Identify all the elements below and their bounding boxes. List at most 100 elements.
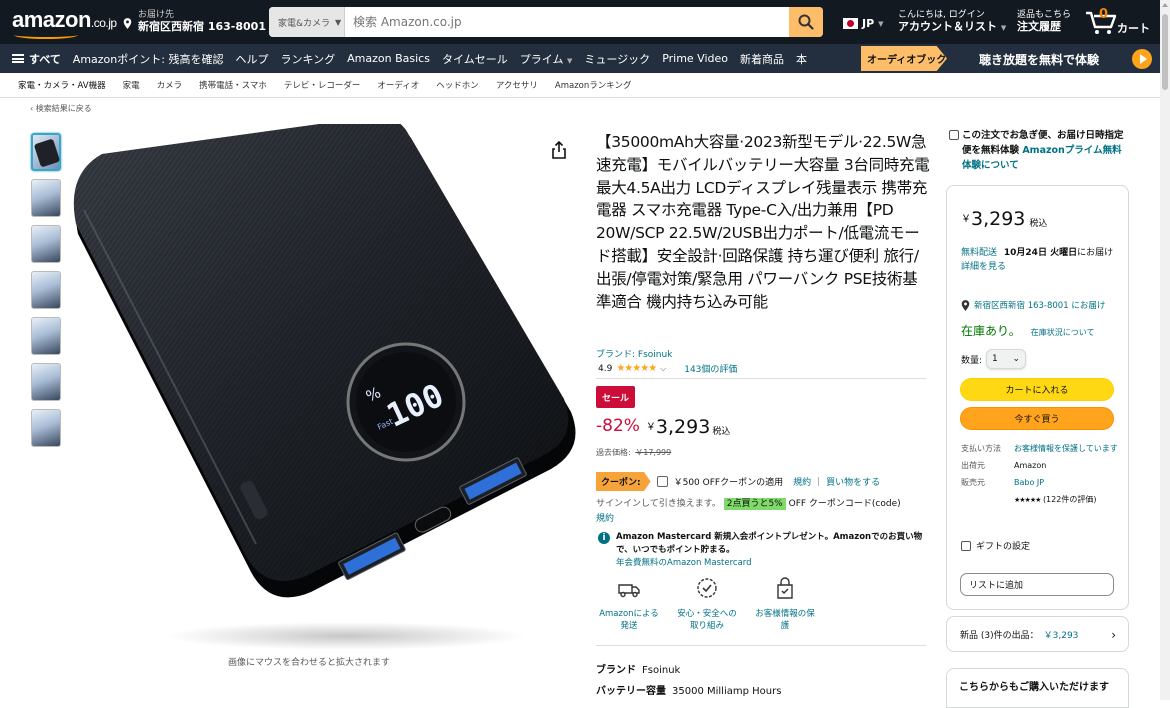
mastercard-promo: i Amazon Mastercard 新規入会ポイントプレゼント。Amazon… [598,531,928,570]
product-image[interactable]: % 100 Fast [66,124,586,654]
nav-item-help[interactable]: ヘルプ [235,51,268,67]
search-icon [798,14,814,30]
nav-item-ranking[interactable]: ランキング [280,51,335,67]
thumbnail[interactable] [31,133,61,171]
sale-badge: セール [596,386,635,408]
breadcrumb-back[interactable]: ‹ 検索結果に戻る [30,103,92,114]
new-offers-box[interactable]: 新品 (3)件の出品： ￥3,293 › [946,616,1129,652]
seller-info: 支払い方法 お客様情報を保護しています 出荷元 Amazon 販売元 Babo JP … [961,442,1118,504]
product-title: 【35000mAh大容量·2023新型モデル·22.5W急速充電】モバイルバッテ… [596,133,930,311]
gift-option[interactable]: ギフトの設定 [961,539,1030,552]
thumbnail[interactable] [31,225,61,263]
free-delivery-link[interactable]: 無料配送 [961,248,997,258]
feature-delivery[interactable]: Amazonによる発送 [596,576,662,632]
top-navbar: amazon.co.jp お届け先 新宿区西新宿 163-8001 家電&カメラ… [0,0,1160,44]
nav-item-prime[interactable]: プライム ▼ [520,51,573,67]
delivery-location[interactable]: 新宿区西新宿 163-8001 にお届け [961,299,1105,311]
search-input[interactable] [345,7,789,37]
buy-now-button[interactable]: 今すぐ買う [960,407,1114,430]
orders-link[interactable]: 返品もこちら 注文履歴 [1017,9,1071,33]
buybox-price: ￥ 3,293 税込 [961,208,1048,230]
nav-item-music[interactable]: ミュージック [584,51,650,67]
promotion: サインインして引き換えます。 2点買うと5% OFF クーポンコード(code)… [596,498,901,524]
subnav-item[interactable]: Amazonランキング [555,79,632,91]
zoom-hint: 画像にマウスを合わせると拡大されます [228,658,391,668]
coupon-shop-link[interactable]: 買い物をする [826,475,880,488]
coupon-row: クーポン: ￥500 OFFクーポンの適用 規約 | 買い物をする [596,472,880,491]
brand-link[interactable]: ブランド: Fsoinuk [596,347,672,360]
thumbnail[interactable] [31,317,61,355]
feature-safety[interactable]: 安心・安全への取り組み [674,576,740,632]
feature-security[interactable]: お客様情報の保護 [752,576,818,632]
promo-terms-link[interactable]: 規約 [596,514,614,524]
cart-button[interactable]: 0 カート [1085,7,1155,38]
subnav-item[interactable]: テレビ・レコーダー [284,79,361,91]
deliver-to[interactable]: お届け先 新宿区西新宿 163-8001 [123,9,266,33]
hamburger-icon [12,54,24,63]
subnav-item[interactable]: カメラ [157,79,183,91]
location-pin-icon [123,18,132,29]
divider [596,645,926,646]
seller-star-icon: ★★★★★ [1014,496,1041,504]
coupon-badge: クーポン: [596,472,651,491]
delivery-details-link[interactable]: 詳細を見る [961,262,1006,272]
subnav-item[interactable]: アクセサリ [496,79,538,91]
amazon-logo[interactable]: amazon.co.jp [12,7,117,39]
prime-trial-checkbox[interactable] [949,130,959,140]
thumbnail[interactable] [31,363,61,401]
nav-item-new[interactable]: 新着商品 [740,51,784,67]
payment-security-link[interactable]: お客様情報を保護しています [1014,442,1118,455]
chevron-down-icon: ⌄ [1012,354,1021,364]
subnav-item[interactable]: 携帯電話・スマホ [199,79,267,91]
nav-item-prime-video[interactable]: Prime Video [662,52,728,65]
subnav-item[interactable]: 家電・カメラ・AV機器 [18,79,106,91]
subnav-item[interactable]: 家電 [123,79,140,91]
spec-row: バッテリー容量 35000 Milliamp Hours [596,686,782,697]
rating-summary: 4.9 ★★★★★ ⌵ 143個の評価 [598,362,738,375]
price-block: -82% ￥ 3,293 税込 [596,416,731,438]
add-to-list-button[interactable]: リストに追加 [960,573,1114,596]
thumbnail[interactable] [31,409,61,447]
chevron-down-icon[interactable]: ⌵ [660,364,666,374]
subnav-item[interactable]: オーディオ [377,79,419,91]
stock-info-link[interactable]: 在庫状況について [1031,328,1095,337]
thumbnail-list [31,133,61,455]
coupon-checkbox[interactable] [656,476,668,487]
search-button[interactable] [789,7,823,37]
mastercard-link[interactable]: 年会費無料のAmazon Mastercard [616,557,928,570]
language-selector[interactable]: JP ▼ [843,17,884,30]
star-rating-icon[interactable]: ★★★★★ [616,363,657,374]
account-menu[interactable]: こんにちは, ログイン アカウント＆リスト ▼ [898,9,1006,34]
quantity-select[interactable]: 1 ⌄ [986,349,1027,369]
thumbnail[interactable] [31,271,61,309]
scrollbar-thumb[interactable] [1162,14,1168,90]
rating-count-link[interactable]: 143個の評価 [684,362,737,375]
share-icon[interactable] [551,141,567,159]
sub-nav: 家電・カメラ・AV機器 家電 カメラ 携帯電話・スマホ テレビ・レコーダー オー… [0,73,1160,98]
scroll-up-icon[interactable] [1162,3,1168,7]
thumbnail[interactable] [31,179,61,217]
secure-transaction-icon [777,577,793,599]
coupon-terms-link[interactable]: 規約 [793,475,811,488]
page-scrollbar[interactable] [1160,0,1170,700]
chevron-right-icon: › [1111,628,1116,642]
audiobook-promo[interactable]: オーディオブック 聴き放題を無料で体験 [861,44,1160,73]
nav-item-points[interactable]: Amazonポイント: 残高を確認 [73,51,224,67]
nav-item-books[interactable]: 本 [796,51,807,67]
spec-row: ブランド Fsoinuk [596,665,681,676]
nav-item-basics[interactable]: Amazon Basics [347,52,430,65]
add-to-cart-button[interactable]: カートに入れる [960,378,1114,401]
buy-box: ￥ 3,293 税込 無料配送 10月24日 火曜日にお届け 詳細を見る 新宿区西新… [946,185,1129,610]
search-bar: 家電&カメラ ▼ [269,7,823,37]
seller-link[interactable]: Babo JP [1014,476,1044,489]
all-menu-button[interactable]: すべて [12,51,61,67]
quantity-row: 数量: 1 ⌄ [961,349,1027,369]
search-category-select[interactable]: 家電&カメラ ▼ [269,7,345,37]
subnav-item[interactable]: ヘッドホン [436,79,479,91]
divider [596,378,926,379]
nav-item-timesale[interactable]: タイムセール [442,51,508,67]
stock-status: 在庫あり。 在庫状況について [961,324,1095,338]
gift-checkbox[interactable] [961,540,971,551]
promo-text: 聴き放題を無料で体験 [979,53,1100,67]
info-icon: i [598,532,610,544]
